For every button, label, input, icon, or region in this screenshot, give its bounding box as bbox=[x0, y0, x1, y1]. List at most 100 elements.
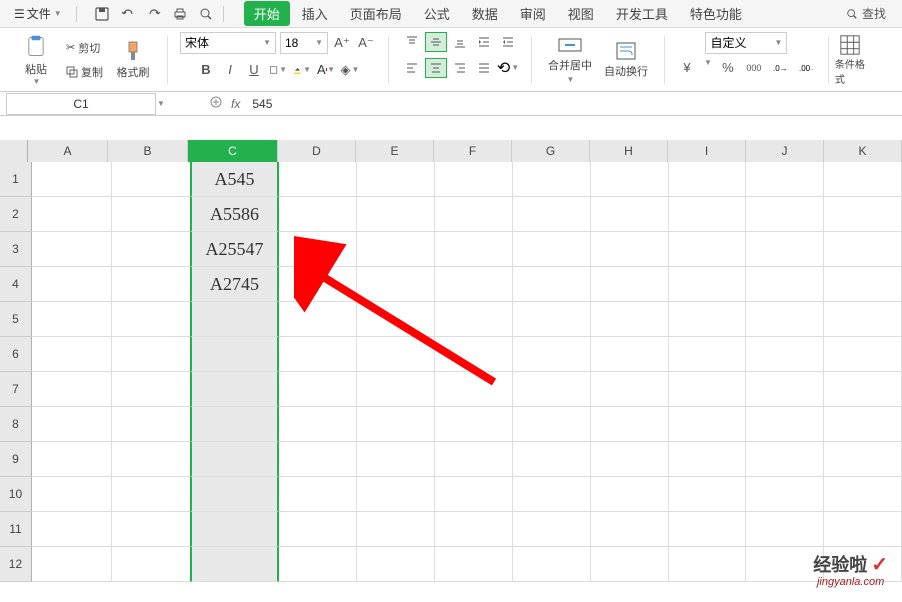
cell-C5[interactable] bbox=[190, 302, 280, 337]
cell-D6[interactable] bbox=[279, 337, 357, 372]
cell-K9[interactable] bbox=[824, 442, 902, 477]
cell-C9[interactable] bbox=[190, 442, 280, 477]
cell-F10[interactable] bbox=[435, 477, 513, 512]
tab-view[interactable]: 视图 bbox=[558, 1, 604, 26]
cell-F5[interactable] bbox=[435, 302, 513, 337]
cell-E3[interactable] bbox=[357, 232, 435, 267]
cell-H5[interactable] bbox=[591, 302, 669, 337]
cell-G3[interactable] bbox=[513, 232, 591, 267]
cell-D8[interactable] bbox=[279, 407, 357, 442]
row-header-2[interactable]: 2 bbox=[0, 197, 32, 232]
cell-G5[interactable] bbox=[513, 302, 591, 337]
cell-E9[interactable] bbox=[357, 442, 435, 477]
orientation-button[interactable]: ⟲▼ bbox=[497, 58, 519, 78]
cell-K7[interactable] bbox=[824, 372, 902, 407]
row-header-12[interactable]: 12 bbox=[0, 547, 32, 582]
cell-D10[interactable] bbox=[279, 477, 357, 512]
cell-H11[interactable] bbox=[591, 512, 669, 547]
cell-F4[interactable] bbox=[435, 267, 513, 302]
row-header-10[interactable]: 10 bbox=[0, 477, 32, 512]
tab-formula[interactable]: 公式 bbox=[414, 1, 460, 26]
cell-K1[interactable] bbox=[824, 162, 902, 197]
decrease-indent-button[interactable] bbox=[473, 32, 495, 52]
col-header-G[interactable]: G bbox=[512, 140, 590, 162]
preview-icon[interactable] bbox=[197, 5, 215, 23]
search-button[interactable]: 查找 bbox=[838, 5, 894, 22]
format-painter-button[interactable]: 格式刷 bbox=[111, 34, 155, 86]
cell-A3[interactable] bbox=[32, 232, 112, 267]
cell-K3[interactable] bbox=[824, 232, 902, 267]
cell-B12[interactable] bbox=[112, 547, 192, 582]
cell-B1[interactable] bbox=[112, 162, 192, 197]
cell-style-button[interactable]: ◈▼ bbox=[340, 60, 360, 80]
cell-A5[interactable] bbox=[32, 302, 112, 337]
number-format-select[interactable]: 自定义 ▼ bbox=[705, 32, 787, 54]
cell-A4[interactable] bbox=[32, 267, 112, 302]
expand-icon[interactable] bbox=[209, 95, 223, 112]
increase-font-button[interactable]: A⁺ bbox=[332, 33, 352, 53]
align-middle-button[interactable] bbox=[425, 32, 447, 52]
cell-I1[interactable] bbox=[669, 162, 747, 197]
cell-I5[interactable] bbox=[669, 302, 747, 337]
cell-D9[interactable] bbox=[279, 442, 357, 477]
cell-B2[interactable] bbox=[112, 197, 192, 232]
decrease-decimal-button[interactable]: .00→.0 bbox=[796, 58, 816, 78]
col-header-D[interactable]: D bbox=[278, 140, 356, 162]
bold-button[interactable]: B bbox=[196, 60, 216, 80]
currency-button[interactable]: ¥ bbox=[677, 58, 697, 78]
cell-I11[interactable] bbox=[669, 512, 747, 547]
cell-J4[interactable] bbox=[746, 267, 824, 302]
cell-H8[interactable] bbox=[591, 407, 669, 442]
cell-G6[interactable] bbox=[513, 337, 591, 372]
col-header-K[interactable]: K bbox=[824, 140, 902, 162]
row-header-11[interactable]: 11 bbox=[0, 512, 32, 547]
cell-B8[interactable] bbox=[112, 407, 192, 442]
cell-A10[interactable] bbox=[32, 477, 112, 512]
row-header-3[interactable]: 3 bbox=[0, 232, 32, 267]
tab-layout[interactable]: 页面布局 bbox=[340, 1, 412, 26]
cell-C3[interactable]: A25547 bbox=[190, 232, 280, 267]
cell-F8[interactable] bbox=[435, 407, 513, 442]
cell-F11[interactable] bbox=[435, 512, 513, 547]
row-header-1[interactable]: 1 bbox=[0, 162, 32, 197]
cell-B9[interactable] bbox=[112, 442, 192, 477]
cell-J7[interactable] bbox=[746, 372, 824, 407]
cell-A11[interactable] bbox=[32, 512, 112, 547]
cell-E8[interactable] bbox=[357, 407, 435, 442]
italic-button[interactable]: I bbox=[220, 60, 240, 80]
cell-C2[interactable]: A5586 bbox=[190, 197, 280, 232]
name-box[interactable]: C1 bbox=[6, 93, 156, 115]
select-all-corner[interactable] bbox=[0, 140, 28, 162]
cell-C6[interactable] bbox=[190, 337, 280, 372]
cell-K11[interactable] bbox=[824, 512, 902, 547]
thousands-button[interactable]: 000 bbox=[744, 58, 764, 78]
cell-K2[interactable] bbox=[824, 197, 902, 232]
fill-color-button[interactable]: ▼ bbox=[292, 60, 312, 80]
cell-H1[interactable] bbox=[591, 162, 669, 197]
cell-K10[interactable] bbox=[824, 477, 902, 512]
cell-F3[interactable] bbox=[435, 232, 513, 267]
cell-E11[interactable] bbox=[357, 512, 435, 547]
cell-C10[interactable] bbox=[190, 477, 280, 512]
cell-E7[interactable] bbox=[357, 372, 435, 407]
cell-H4[interactable] bbox=[591, 267, 669, 302]
cell-A8[interactable] bbox=[32, 407, 112, 442]
cell-G11[interactable] bbox=[513, 512, 591, 547]
cell-J2[interactable] bbox=[746, 197, 824, 232]
col-header-A[interactable]: A bbox=[28, 140, 108, 162]
fx-button[interactable]: fx bbox=[231, 97, 240, 111]
col-header-E[interactable]: E bbox=[356, 140, 434, 162]
tab-start[interactable]: 开始 bbox=[244, 1, 290, 26]
cell-E5[interactable] bbox=[357, 302, 435, 337]
cell-D12[interactable] bbox=[279, 547, 357, 582]
cell-F2[interactable] bbox=[435, 197, 513, 232]
cell-I10[interactable] bbox=[669, 477, 747, 512]
col-header-B[interactable]: B bbox=[108, 140, 188, 162]
cell-I4[interactable] bbox=[669, 267, 747, 302]
cell-H12[interactable] bbox=[591, 547, 669, 582]
cell-A6[interactable] bbox=[32, 337, 112, 372]
cell-A2[interactable] bbox=[32, 197, 112, 232]
cell-B10[interactable] bbox=[112, 477, 192, 512]
cell-E12[interactable] bbox=[357, 547, 435, 582]
cell-I2[interactable] bbox=[669, 197, 747, 232]
